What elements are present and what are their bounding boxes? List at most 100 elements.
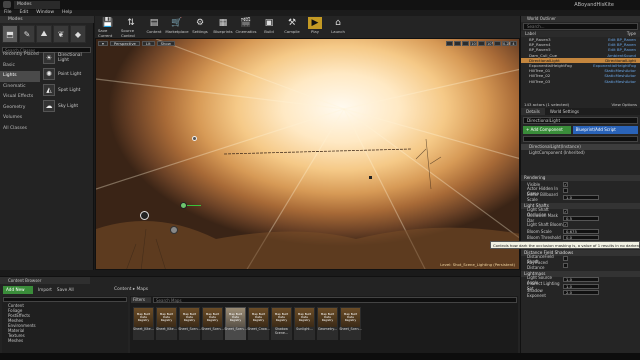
snap-control[interactable]: 10° bbox=[486, 41, 493, 46]
spotlight-icon: ◭ bbox=[43, 84, 55, 96]
launch-button[interactable]: ⌂ Launch bbox=[328, 16, 348, 38]
perspective-button[interactable]: Perspective bbox=[109, 41, 140, 46]
paint-mode-icon[interactable]: ✎ bbox=[19, 25, 35, 43]
asset-tile[interactable]: Map Built Data Registry Sheet_Scen... bbox=[178, 307, 201, 340]
folder-search-input[interactable] bbox=[3, 297, 127, 302]
snap-control[interactable] bbox=[478, 41, 485, 46]
category-visual-effects[interactable]: Visual Effects bbox=[0, 92, 40, 103]
place-item[interactable]: ◭ Spot Light bbox=[42, 82, 94, 98]
property-checkbox[interactable]: ✓ bbox=[563, 181, 568, 187]
asset-search-input[interactable]: Search Maps bbox=[153, 297, 517, 303]
category-geometry[interactable]: Geometry bbox=[0, 103, 40, 114]
sphere-reflection-icon[interactable] bbox=[140, 211, 149, 220]
outliner-rows: BP_Raven3 Edit BP_Raven BP_Raven4 Edit BP_R… bbox=[521, 37, 640, 84]
play-button[interactable]: ▶ Play bbox=[305, 16, 325, 38]
property-value-field[interactable]: 1.0 bbox=[563, 194, 599, 200]
property-value-field[interactable]: 0.0 bbox=[563, 235, 599, 241]
show-button[interactable]: Show bbox=[156, 41, 175, 46]
foliage-mode-icon[interactable]: ❦ bbox=[53, 25, 69, 43]
snap-control[interactable] bbox=[494, 41, 501, 46]
asset-tile[interactable]: Map Built Data Registry Sheet_Scen... bbox=[339, 307, 362, 340]
actor-name-field[interactable]: DirectionalLight bbox=[523, 117, 638, 124]
sound-actor-icon[interactable] bbox=[170, 226, 178, 234]
category-recently-placed[interactable]: Recently Placed bbox=[0, 50, 40, 61]
save-icon: 💾 bbox=[102, 17, 114, 28]
save-button[interactable]: 💾 Save Current bbox=[98, 16, 118, 39]
snap-control[interactable] bbox=[454, 41, 461, 46]
cinematics-button[interactable]: 🎬 Cinematics bbox=[235, 16, 256, 38]
component-search-input[interactable] bbox=[523, 136, 638, 142]
compile-button[interactable]: ⚒ Compile bbox=[282, 16, 302, 38]
level-viewport[interactable]: ▾ Perspective Lit Show 10 10° 0.25 4 Level:… bbox=[95, 38, 520, 270]
breadcrumb-maps[interactable]: Maps bbox=[136, 287, 148, 292]
tab-world-settings[interactable]: World Settings bbox=[545, 108, 584, 115]
lit-button[interactable]: Lit bbox=[141, 41, 155, 46]
snap-control[interactable]: 10 bbox=[470, 41, 477, 46]
place-item[interactable]: ☁ Sky Light bbox=[42, 98, 94, 114]
property-value-field[interactable]: 0.675 bbox=[563, 228, 599, 234]
asset-tile[interactable]: Map Built Data Registry Sheet_Scen... bbox=[224, 307, 247, 340]
asset-tile[interactable]: Map Built Data Registry Sheet_Kite... bbox=[133, 307, 154, 340]
snap-control[interactable] bbox=[462, 41, 469, 46]
actor-marker-icon[interactable] bbox=[369, 176, 372, 179]
light-gizmo-icon[interactable] bbox=[192, 136, 197, 141]
asset-tile[interactable]: Map Built Data Registry Shadow Scene... bbox=[271, 307, 292, 340]
blueprint-button[interactable]: Blueprint/Add Script bbox=[572, 126, 638, 134]
category-basic[interactable]: Basic bbox=[0, 61, 40, 72]
save-all-button[interactable]: Save All bbox=[57, 287, 74, 292]
property-value-field[interactable]: 0.5 bbox=[563, 215, 599, 221]
import-button[interactable]: Import bbox=[38, 287, 52, 292]
snap-control[interactable] bbox=[446, 41, 453, 46]
property-value-field[interactable]: 2.0 bbox=[563, 290, 599, 296]
outliner-tab[interactable]: World Outliner bbox=[521, 16, 640, 22]
place-mode-icon[interactable]: ⬒ bbox=[2, 25, 18, 43]
asset-tile[interactable]: Map Built Data Registry Sheet_Scen... bbox=[201, 307, 224, 340]
snap-control[interactable]: 0.25 bbox=[502, 41, 511, 46]
property-value-field[interactable]: 1.0 bbox=[563, 277, 599, 283]
snap-control[interactable]: 4 bbox=[510, 41, 517, 46]
build-button[interactable]: ▣ Build bbox=[259, 16, 279, 38]
tab-details[interactable]: Details bbox=[521, 108, 545, 115]
asset-tile[interactable]: Map Built Data Registry Sheet_Kite... bbox=[156, 307, 177, 340]
modes-panel: Modes ⬒ ✎ ⛰ ❦ ◆ Search Classes Recently … bbox=[0, 16, 94, 270]
property-value-field[interactable]: 1.0 bbox=[563, 283, 599, 289]
asset-tile[interactable]: Map Built Data Registry Sheet_Crow... bbox=[247, 307, 270, 340]
asset-tile[interactable]: Map Built Data Registry Geometry... bbox=[317, 307, 338, 340]
property-checkbox[interactable] bbox=[563, 188, 568, 194]
geometry-mode-icon[interactable]: ◆ bbox=[70, 25, 86, 43]
content-browser-tab[interactable]: Content Browser bbox=[0, 277, 90, 284]
asset-tile[interactable]: Map Built Data Registry Sunlight... bbox=[294, 307, 315, 340]
place-item[interactable]: ✺ Point Light bbox=[42, 66, 94, 82]
property-checkbox[interactable]: ✓ bbox=[563, 222, 568, 228]
settings-button[interactable]: ⚙ Settings bbox=[190, 16, 210, 38]
add-component-button[interactable]: + Add Component bbox=[523, 126, 571, 134]
category-volumes[interactable]: Volumes bbox=[0, 113, 40, 124]
view-options-button[interactable]: View Options bbox=[612, 102, 637, 107]
breadcrumb-content[interactable]: Content bbox=[114, 287, 131, 292]
filters-button[interactable]: Filters bbox=[131, 297, 151, 303]
add-new-button[interactable]: Add New bbox=[3, 285, 33, 294]
property-checkbox[interactable]: ✓ bbox=[563, 209, 568, 215]
category-all-classes[interactable]: All Classes bbox=[0, 124, 40, 135]
map-thumbnail-icon: Map Built Data Registry bbox=[134, 308, 153, 327]
category-lights[interactable]: Lights bbox=[0, 71, 40, 82]
content-button[interactable]: ▤ Content bbox=[144, 16, 164, 38]
modes-tab[interactable]: Modes bbox=[0, 16, 94, 23]
level-tab[interactable]: Modes bbox=[14, 1, 60, 9]
outliner-search-input[interactable]: Search... bbox=[523, 23, 638, 30]
category-cinematic[interactable]: Cinematic bbox=[0, 82, 40, 93]
viewport-options-button[interactable]: ▾ bbox=[98, 41, 108, 46]
outliner-row[interactable]: HillTree_03 StaticMeshActor bbox=[521, 79, 640, 84]
place-item[interactable]: ☀ Directional Light bbox=[42, 50, 94, 66]
marketplace-button[interactable]: 🛒 Marketplace bbox=[165, 16, 189, 38]
property-checkbox[interactable] bbox=[563, 256, 568, 262]
map-thumbnail-icon: Map Built Data Registry bbox=[341, 308, 360, 327]
transform-arrow-icon[interactable] bbox=[187, 205, 201, 206]
landscape-mode-icon[interactable]: ⛰ bbox=[36, 25, 52, 43]
actor-pivot-icon[interactable] bbox=[180, 202, 187, 209]
folder-item[interactable]: Meshes bbox=[2, 338, 128, 343]
blueprints-button[interactable]: ▦ Blueprints bbox=[213, 16, 233, 38]
property-checkbox[interactable] bbox=[563, 262, 568, 268]
marketplace-label: Marketplace bbox=[165, 29, 189, 34]
source-control-button[interactable]: ⇅ Source Control bbox=[121, 16, 141, 39]
